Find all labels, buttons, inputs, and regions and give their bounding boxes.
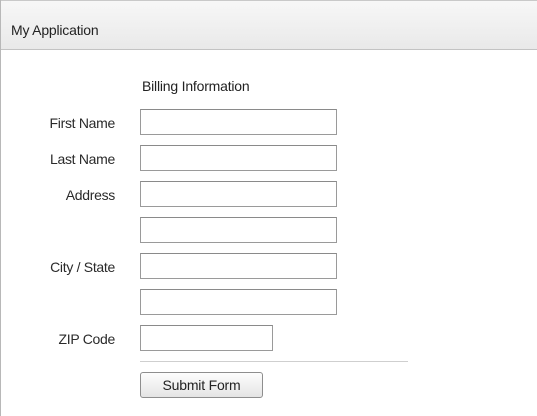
city-state-label: City / State <box>50 259 115 275</box>
first-name-field[interactable] <box>140 109 337 135</box>
section-heading: Billing Information <box>142 78 250 94</box>
zip-code-label: ZIP Code <box>58 331 116 347</box>
form-divider <box>140 361 408 362</box>
app-title: My Application <box>11 22 99 38</box>
last-name-field[interactable] <box>140 145 337 171</box>
app-window: My Application Billing Information First… <box>0 0 537 416</box>
address-line2-field[interactable] <box>140 217 337 243</box>
city-field[interactable] <box>140 253 337 279</box>
submit-form-button[interactable]: Submit Form <box>140 372 263 398</box>
address-label: Address <box>65 187 116 203</box>
title-bar: My Application <box>1 0 537 50</box>
state-field[interactable] <box>140 289 337 315</box>
last-name-label: Last Name <box>50 151 115 167</box>
address-line1-field[interactable] <box>140 181 337 207</box>
zip-code-field[interactable] <box>140 325 273 351</box>
first-name-label: First Name <box>49 115 116 131</box>
